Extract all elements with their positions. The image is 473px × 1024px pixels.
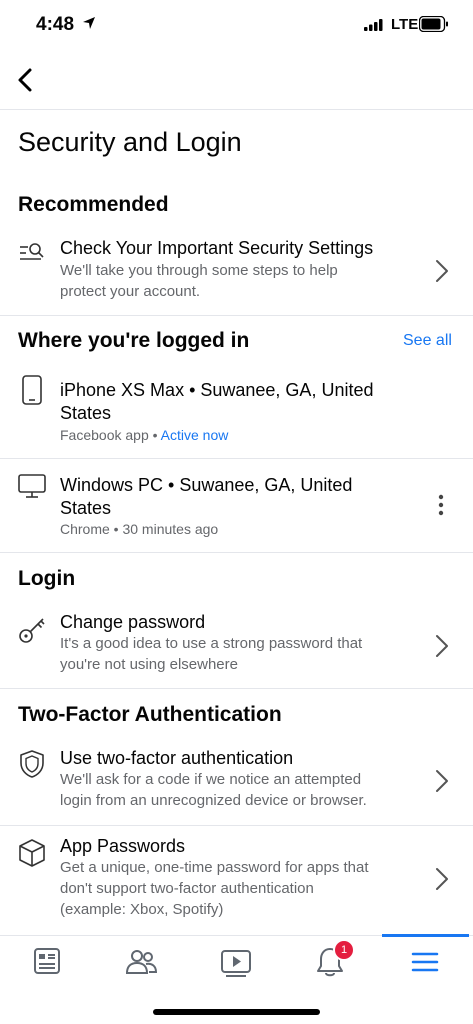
chevron-right-icon xyxy=(436,770,448,792)
section-heading-recommended: Recommended xyxy=(18,193,169,216)
divider xyxy=(0,315,473,316)
status-bar: 4:48 LTE xyxy=(0,0,473,52)
see-all-link[interactable]: See all xyxy=(403,332,452,350)
section-heading-two-factor: Two-Factor Authentication xyxy=(18,703,282,726)
row-subtitle: don't support two-factor authentication xyxy=(60,880,314,897)
row-subtitle: (example: Xbox, Spotify) xyxy=(60,901,224,918)
status-time: 4:48 xyxy=(36,14,75,35)
row-subtitle: Get a unique, one-time password for apps… xyxy=(60,859,369,876)
page-title: Security and Login xyxy=(18,127,242,157)
divider xyxy=(0,825,473,826)
device-app: Facebook app • xyxy=(60,427,161,443)
cube-icon xyxy=(19,839,45,867)
row-subtitle: protect your account. xyxy=(60,283,201,300)
row-subtitle: We'll take you through some steps to hel… xyxy=(60,262,338,279)
row-title: Change password xyxy=(60,612,206,632)
search-checklist-icon xyxy=(20,243,44,260)
row-subtitle: login from an unrecognized device or bro… xyxy=(60,792,367,809)
active-status: Active now xyxy=(160,427,229,443)
device-name: States xyxy=(60,403,112,423)
location-arrow-icon xyxy=(83,17,95,29)
row-title: Check Your Important Security Settings xyxy=(60,238,374,258)
section-heading-login: Login xyxy=(18,567,76,590)
menu-icon[interactable] xyxy=(405,945,445,979)
back-icon[interactable] xyxy=(14,62,42,98)
device-name: Windows PC • Suwanee, GA, United xyxy=(60,475,353,495)
divider xyxy=(0,458,473,459)
shield-icon xyxy=(20,750,44,778)
battery-icon xyxy=(419,16,448,32)
network-type: LTE xyxy=(391,16,419,33)
row-subtitle: We'll ask for a code if we notice an att… xyxy=(60,771,362,788)
active-tab-indicator xyxy=(382,934,469,937)
chevron-right-icon xyxy=(436,260,448,282)
key-icon xyxy=(19,618,45,643)
news-feed-icon[interactable] xyxy=(27,945,67,979)
device-name: iPhone XS Max • Suwanee, GA, United xyxy=(60,380,374,400)
device-meta: Facebook app • Active now xyxy=(60,425,430,446)
row-subtitle: you're not using elsewhere xyxy=(60,656,238,673)
home-indicator xyxy=(153,1009,320,1015)
more-options-icon[interactable] xyxy=(433,493,449,517)
phone-icon xyxy=(22,375,42,405)
chevron-right-icon xyxy=(436,635,448,657)
row-title: App Passwords xyxy=(60,836,186,856)
divider xyxy=(0,552,473,553)
device-meta: Chrome • 30 minutes ago xyxy=(60,521,219,537)
row-title: Use two-factor authentication xyxy=(60,748,294,768)
signal-icon xyxy=(364,19,383,31)
friends-icon[interactable] xyxy=(122,945,162,979)
row-subtitle: It's a good idea to use a strong passwor… xyxy=(60,635,363,652)
chevron-right-icon xyxy=(436,868,448,890)
watch-video-icon[interactable] xyxy=(216,945,256,979)
device-name: States xyxy=(60,498,112,518)
divider xyxy=(0,688,473,689)
divider xyxy=(0,109,473,110)
desktop-computer-icon xyxy=(18,474,46,498)
notification-badge: 1 xyxy=(333,939,355,961)
section-heading-logged-in: Where you're logged in xyxy=(18,329,250,352)
